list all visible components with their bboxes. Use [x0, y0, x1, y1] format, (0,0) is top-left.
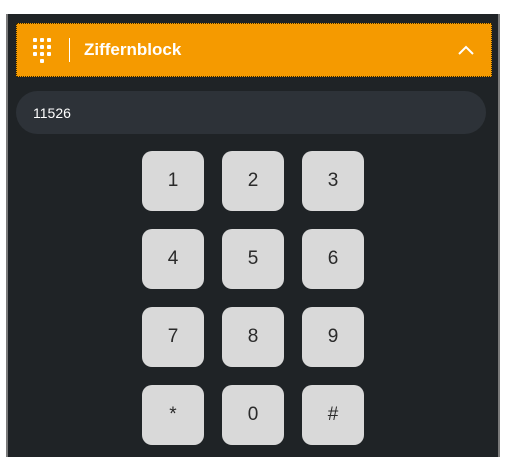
header-title: Ziffernblock	[84, 40, 182, 59]
dialpad-header[interactable]: Ziffernblock	[16, 23, 492, 77]
key-6[interactable]: 6	[302, 229, 364, 289]
key-hash[interactable]: #	[302, 385, 364, 445]
key-star[interactable]: *	[142, 385, 204, 445]
key-5[interactable]: 5	[222, 229, 284, 289]
chevron-up-icon[interactable]	[455, 39, 477, 61]
key-3[interactable]: 3	[302, 151, 364, 211]
key-8[interactable]: 8	[222, 307, 284, 367]
key-7[interactable]: 7	[142, 307, 204, 367]
dialpad-panel: Ziffernblock 11526 1 2 3 4 5 6 7 8 9 * 0…	[6, 14, 500, 457]
number-display[interactable]: 11526	[16, 91, 486, 134]
key-4[interactable]: 4	[142, 229, 204, 289]
dialpad-icon	[33, 36, 55, 64]
key-9[interactable]: 9	[302, 307, 364, 367]
key-1[interactable]: 1	[142, 151, 204, 211]
key-2[interactable]: 2	[222, 151, 284, 211]
header-divider	[69, 38, 70, 62]
key-0[interactable]: 0	[222, 385, 284, 445]
keypad: 1 2 3 4 5 6 7 8 9 * 0 #	[142, 151, 364, 445]
number-display-value: 11526	[33, 104, 71, 121]
